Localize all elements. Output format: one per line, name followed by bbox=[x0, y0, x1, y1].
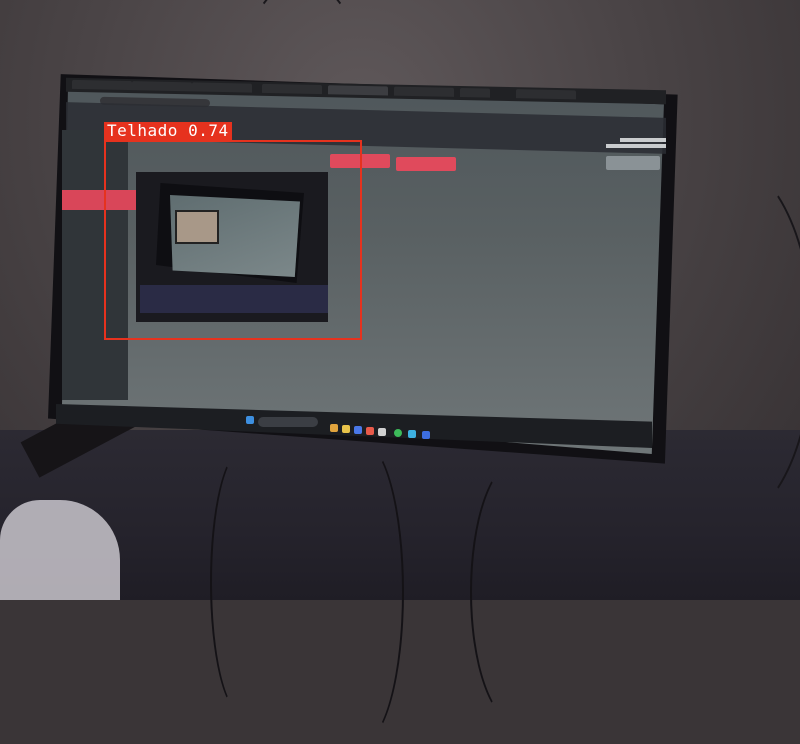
detection-bounding-box bbox=[104, 140, 362, 340]
browser-tab bbox=[72, 79, 132, 91]
browser-tab bbox=[192, 82, 252, 93]
cable bbox=[320, 440, 404, 744]
browser-tab bbox=[394, 86, 454, 97]
taskbar-app-icon bbox=[330, 424, 338, 432]
taskbar-app-icon bbox=[394, 429, 402, 437]
detection-confidence: 0.74 bbox=[188, 121, 229, 140]
user-info-block bbox=[596, 138, 666, 148]
browser-tab bbox=[516, 89, 576, 100]
taskbar-app-icon bbox=[378, 428, 386, 436]
taskbar-app-icon bbox=[408, 430, 416, 438]
cable bbox=[470, 460, 564, 724]
action-button-grey bbox=[606, 156, 660, 170]
taskbar-app-icon bbox=[422, 431, 430, 439]
browser-tab bbox=[132, 81, 192, 92]
browser-tab bbox=[328, 85, 388, 96]
action-button-red bbox=[396, 157, 456, 171]
detection-label: Telhado 0.74 bbox=[104, 122, 232, 140]
browser-tab bbox=[460, 87, 490, 98]
taskbar-app-icon bbox=[342, 425, 350, 433]
detection-class: Telhado bbox=[107, 121, 178, 140]
cable bbox=[210, 450, 274, 714]
taskbar-app-icon bbox=[354, 426, 362, 434]
browser-tab bbox=[262, 83, 322, 95]
taskbar-search bbox=[258, 417, 318, 427]
taskbar-app-icon bbox=[366, 427, 374, 435]
start-icon bbox=[246, 416, 254, 424]
